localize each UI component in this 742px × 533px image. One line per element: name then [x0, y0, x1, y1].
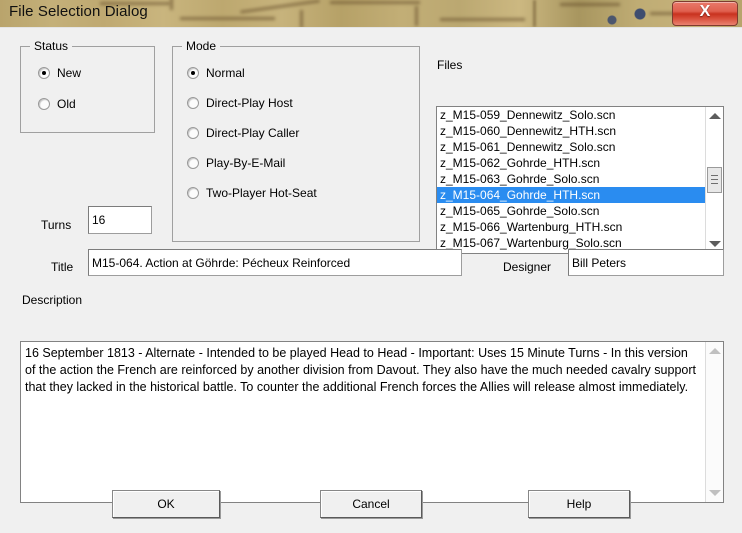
- radio-indicator: [187, 187, 199, 199]
- ok-button[interactable]: OK: [112, 490, 220, 518]
- list-item-selected[interactable]: z_M15-064_Gohrde_HTH.scn: [437, 187, 706, 203]
- list-item[interactable]: z_M15-059_Dennewitz_Solo.scn: [437, 107, 706, 123]
- close-icon: X: [699, 3, 711, 20]
- help-button[interactable]: Help: [528, 490, 630, 518]
- radio-label: Direct-Play Host: [206, 96, 293, 110]
- status-groupbox: Status New Old: [20, 39, 155, 133]
- close-button[interactable]: X: [672, 1, 738, 26]
- radio-label: Normal: [206, 66, 245, 80]
- title-value: M15-064. Action at Göhrde: Pécheux Reinf…: [92, 255, 351, 270]
- cancel-button[interactable]: Cancel: [320, 490, 422, 518]
- designer-input[interactable]: Bill Peters: [568, 249, 724, 276]
- radio-mode-normal[interactable]: Normal: [187, 66, 245, 80]
- description-textarea[interactable]: 16 September 1813 - Alternate - Intended…: [20, 341, 724, 503]
- radio-indicator: [187, 67, 199, 79]
- files-scrollbar[interactable]: [705, 107, 723, 253]
- radio-label: New: [57, 66, 82, 80]
- mode-groupbox: Mode Normal Direct-Play Host Direct-Play…: [172, 39, 420, 242]
- files-listbox[interactable]: z_M15-059_Dennewitz_Solo.scn z_M15-060_D…: [436, 106, 724, 254]
- list-item[interactable]: z_M15-065_Gohrde_Solo.scn: [437, 203, 706, 219]
- description-label: Description: [22, 293, 83, 307]
- list-item[interactable]: z_M15-066_Wartenburg_HTH.scn: [437, 219, 706, 235]
- radio-mode-direct-play-host[interactable]: Direct-Play Host: [187, 96, 293, 110]
- triangle-down-icon[interactable]: [709, 241, 721, 247]
- radio-status-new[interactable]: New: [38, 66, 81, 80]
- list-item[interactable]: z_M15-063_Gohrde_Solo.scn: [437, 171, 706, 187]
- radio-indicator: [187, 157, 199, 169]
- triangle-up-icon[interactable]: [709, 348, 721, 354]
- radio-mode-play-by-email[interactable]: Play-By-E-Mail: [187, 156, 285, 170]
- radio-mode-two-player-hot-seat[interactable]: Two-Player Hot-Seat: [187, 186, 317, 200]
- radio-indicator: [187, 127, 199, 139]
- radio-label: Play-By-E-Mail: [206, 156, 286, 170]
- radio-label: Old: [57, 97, 76, 111]
- files-label: Files: [437, 58, 463, 72]
- scrollbar-thumb[interactable]: [707, 167, 722, 193]
- description-scrollbar[interactable]: [705, 342, 723, 502]
- title-field-label: Title: [51, 260, 74, 274]
- list-item[interactable]: z_M15-061_Dennewitz_Solo.scn: [437, 139, 706, 155]
- list-item[interactable]: z_M15-062_Gohrde_HTH.scn: [437, 155, 706, 171]
- files-list[interactable]: z_M15-059_Dennewitz_Solo.scn z_M15-060_D…: [437, 107, 706, 253]
- radio-label: Two-Player Hot-Seat: [206, 186, 317, 200]
- title-input[interactable]: M15-064. Action at Göhrde: Pécheux Reinf…: [88, 249, 462, 276]
- radio-indicator: [38, 67, 50, 79]
- list-item[interactable]: z_M15-060_Dennewitz_HTH.scn: [437, 123, 706, 139]
- turns-value: 16: [92, 213, 106, 227]
- radio-indicator: [38, 98, 50, 110]
- designer-field-label: Designer: [503, 260, 552, 274]
- radio-status-old[interactable]: Old: [38, 97, 76, 111]
- radio-indicator: [187, 97, 199, 109]
- designer-value: Bill Peters: [572, 255, 627, 270]
- mode-group-legend: Mode: [182, 39, 221, 53]
- window-title: File Selection Dialog: [9, 3, 148, 20]
- description-text: 16 September 1813 - Alternate - Intended…: [25, 346, 700, 394]
- turns-label: Turns: [41, 218, 72, 232]
- title-bar[interactable]: File Selection Dialog X: [0, 0, 742, 27]
- radio-mode-direct-play-caller[interactable]: Direct-Play Caller: [187, 126, 299, 140]
- status-group-legend: Status: [30, 39, 73, 53]
- radio-label: Direct-Play Caller: [206, 126, 300, 140]
- dialog-body: Status New Old Mode Normal Direct-Play H…: [0, 27, 742, 533]
- file-selection-dialog: File Selection Dialog X Status New Old M…: [0, 0, 742, 533]
- triangle-down-icon[interactable]: [709, 490, 721, 496]
- triangle-up-icon[interactable]: [709, 113, 721, 119]
- turns-input[interactable]: 16: [88, 206, 152, 234]
- thumb-grip: [711, 175, 718, 184]
